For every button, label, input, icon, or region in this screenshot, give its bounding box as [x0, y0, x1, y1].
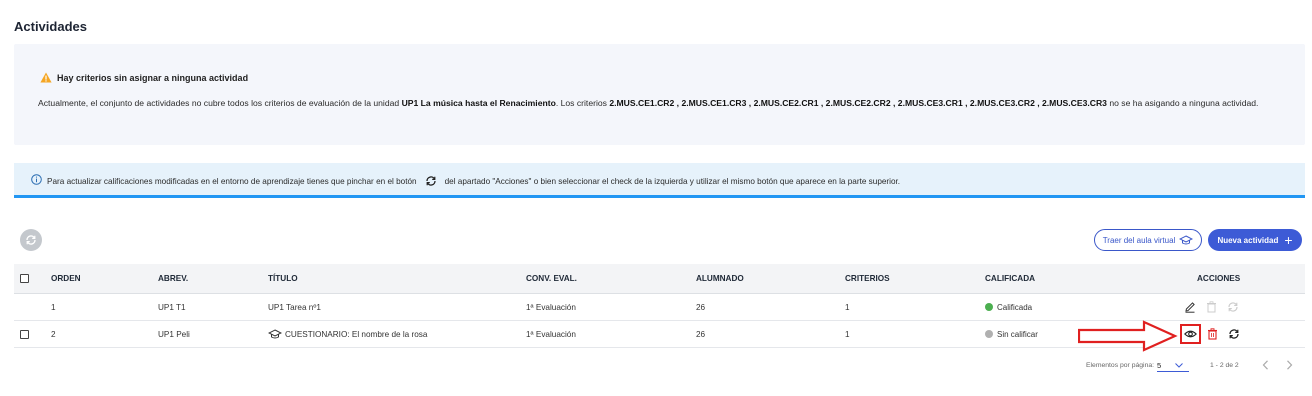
chevron-down-icon: [1175, 363, 1184, 368]
edit-icon[interactable]: [1184, 301, 1196, 313]
warning-text: Actualmente, el conjunto de actividades …: [38, 97, 1278, 110]
graduation-cap-icon: [268, 328, 282, 340]
row-checkbox[interactable]: [20, 329, 29, 339]
graduation-cap-icon: [1179, 234, 1194, 244]
warning-box: Hay criterios sin asignar a ninguna acti…: [14, 44, 1305, 145]
warning-text-part: . Los criterios: [555, 98, 610, 108]
header-acciones: ACCIONES: [1197, 274, 1241, 283]
delete-icon-disabled: [1206, 301, 1217, 313]
warning-text-part: Actualmente, el conjunto de actividades …: [38, 98, 402, 108]
header-abrev[interactable]: ABREV.: [158, 264, 188, 293]
info-text-before: Para actualizar calificaciones modificad…: [47, 176, 417, 186]
warning-icon: [40, 72, 52, 83]
sync-icon: [425, 175, 437, 187]
sync-icon[interactable]: [1228, 328, 1240, 340]
header-criterios[interactable]: CRITERIOS: [845, 264, 890, 293]
status-label: Sin calificar: [997, 329, 1038, 339]
cell-titulo[interactable]: CUESTIONARIO: El nombre de la rosa: [268, 321, 427, 347]
page-title: Actividades: [14, 19, 87, 34]
row-select-cell: [20, 321, 29, 347]
previous-page-button[interactable]: [1262, 360, 1269, 370]
status-dot: [985, 330, 993, 338]
header-conv-eval[interactable]: CONV. EVAL.: [526, 264, 577, 293]
cell-orden: 2: [51, 329, 56, 339]
header-orden[interactable]: ORDEN: [51, 264, 81, 293]
select-all-cell: [20, 264, 29, 293]
select-all-checkbox[interactable]: [20, 274, 29, 283]
status-dot: [985, 303, 993, 311]
bring-from-virtual-classroom-button[interactable]: Traer del aula virtual: [1094, 229, 1202, 251]
row-actions: [1184, 294, 1249, 320]
next-page-button[interactable]: [1286, 360, 1293, 370]
sync-icon-disabled: [1227, 301, 1239, 313]
cell-orden: 1: [51, 302, 56, 312]
annotation-arrow: [1078, 320, 1178, 352]
page-range: 1 - 2 de 2: [1210, 362, 1239, 369]
cell-calificada: Sin calificar: [985, 321, 1038, 347]
plus-icon: +: [1284, 232, 1293, 248]
status-label: Calificada: [997, 302, 1033, 312]
cell-criterios: 1: [845, 302, 850, 312]
info-box: Para actualizar calificaciones modificad…: [14, 163, 1305, 198]
cell-calificada: Calificada: [985, 294, 1032, 320]
chevron-left-icon: [1262, 360, 1268, 370]
chevron-right-icon: [1287, 360, 1293, 370]
warning-title: Hay criterios sin asignar a ninguna acti…: [40, 72, 248, 83]
cell-conv-eval: 1ª Evaluación: [526, 302, 576, 312]
cell-alumnado: 26: [696, 302, 706, 312]
table-row: 1 UP1 T1 UP1 Tarea nº1 1ª Evaluación 26 …: [14, 294, 1305, 321]
warning-unit: UP1 La música hasta el Renacimiento: [401, 98, 556, 108]
delete-icon[interactable]: [1207, 328, 1218, 340]
page-size-select[interactable]: 5: [1157, 360, 1189, 372]
new-activity-button[interactable]: Nueva actividad +: [1208, 229, 1302, 251]
bring-button-label: Traer del aula virtual: [1102, 235, 1176, 245]
table-header: ORDEN ABREV. TÍTULO CONV. EVAL. ALUMNADO…: [14, 264, 1305, 294]
page-size-label: Elementos por página:: [1086, 362, 1155, 369]
warning-criteria: 2.MUS.CE1.CR2 , 2.MUS.CE1.CR3 , 2.MUS.CE…: [609, 98, 1107, 108]
cell-abrev: UP1 Peli: [158, 329, 190, 339]
cell-titulo-text: CUESTIONARIO: El nombre de la rosa: [285, 329, 428, 339]
new-activity-label: Nueva actividad: [1217, 235, 1279, 245]
header-calificada[interactable]: CALIFICADA: [985, 264, 1035, 293]
sync-icon: [26, 235, 36, 245]
cell-conv-eval: 1ª Evaluación: [526, 329, 576, 339]
view-icon[interactable]: [1180, 324, 1201, 344]
cell-alumnado: 26: [696, 329, 706, 339]
cell-criterios: 1: [845, 329, 850, 339]
refresh-all-button[interactable]: [20, 229, 42, 251]
warning-text-part: no se ha asigando a ninguna actividad.: [1106, 98, 1259, 108]
row-actions: [1180, 321, 1250, 347]
info-text-after: del apartado "Acciones" o bien seleccion…: [444, 176, 901, 186]
cell-titulo[interactable]: UP1 Tarea nº1: [268, 294, 321, 320]
warning-title-text: Hay criterios sin asignar a ninguna acti…: [57, 72, 249, 83]
cell-abrev: UP1 T1: [158, 302, 186, 312]
info-icon: [31, 174, 42, 185]
header-titulo[interactable]: TÍTULO: [268, 264, 298, 293]
info-text: Para actualizar calificaciones modificad…: [47, 175, 900, 187]
header-alumnado[interactable]: ALUMNADO: [696, 264, 744, 293]
page-size-value: 5: [1157, 361, 1162, 370]
